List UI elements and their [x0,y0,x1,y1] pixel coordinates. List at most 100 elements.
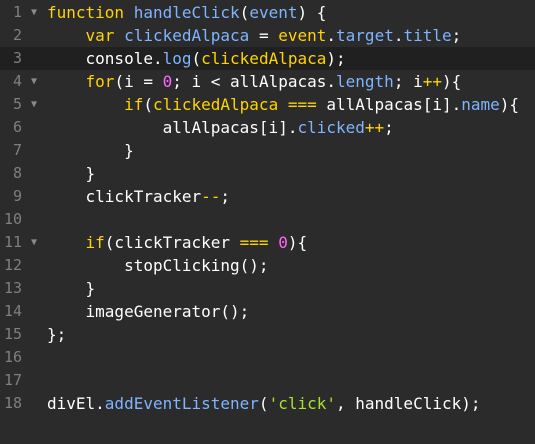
line-number: 6 [12,118,22,136]
code-editor[interactable]: 1 ▼ function handleClick(event) {2 var cli… [0,0,535,444]
code-token: ) { [297,3,327,22]
code-line[interactable]: 4 ▼ for(i = 0; i < allAlpacas.length; i++… [0,70,535,93]
code-token: ){ [287,233,308,252]
code-text: imageGenerator(); [47,300,250,323]
chevron-down-icon[interactable]: ▼ [28,70,40,93]
code-token: clicked [297,118,365,137]
code-token: ++ [364,118,385,137]
code-token: } [47,164,96,183]
code-token: ; i [393,72,423,91]
code-token: ; i < allAlpacas. [172,72,337,91]
code-token: = [249,26,279,45]
line-number: 4 [12,72,22,90]
code-line[interactable]: 13 } [0,277,535,300]
code-token: ++ [422,72,442,91]
chevron-down-icon[interactable]: ▼ [28,231,40,254]
code-token: ; [220,187,231,206]
code-token: . [326,26,337,45]
line-number: 12 [3,256,22,274]
code-line[interactable]: 3 console.log(clickedAlpaca); [0,47,535,70]
line-number: 13 [3,279,22,297]
code-token: ); [326,49,346,68]
code-token: -- [201,187,221,206]
line-number: 7 [12,141,22,159]
code-token: }; [47,325,67,344]
line-number: 11 [3,233,22,251]
code-token: length [336,72,394,91]
code-text: stopClicking(); [47,254,269,277]
line-number: 9 [12,187,22,205]
code-line[interactable]: 6 allAlpacas[i].clicked++; [0,116,535,139]
code-token: clickedAlpaca [124,26,250,45]
code-token: (clickTracker [104,233,240,252]
chevron-down-icon[interactable]: ▼ [28,93,40,116]
code-text: divEl.addEventListener('click', handleCl… [47,392,481,415]
line-number: 1 [12,3,22,21]
line-number: 8 [12,164,22,182]
code-line[interactable]: 14 imageGenerator(); [0,300,535,323]
code-token: allAlpacas[i]. [316,95,462,114]
code-line[interactable]: 2 var clickedAlpaca = event.target.title… [0,24,535,47]
code-text: if(clickedAlpaca === allAlpacas[i].name)… [47,93,519,116]
code-line[interactable]: 7 } [0,139,535,162]
code-token: addEventListener [104,394,259,413]
code-token: (i = [114,72,163,91]
code-token: ; [384,118,394,137]
code-token: clickedAlpaca [201,49,327,68]
code-line[interactable]: 1 ▼ function handleClick(event) { [0,1,535,24]
code-line[interactable]: 16 [0,346,535,369]
code-text: } [47,139,134,162]
code-token: === [239,233,269,252]
code-token: ( [239,3,250,22]
code-line[interactable]: 15}; [0,323,535,346]
code-text: allAlpacas[i].clicked++; [47,116,394,139]
code-token: if [124,95,144,114]
code-token: ){ [499,95,520,114]
code-token: divEl. [47,394,105,413]
code-line[interactable]: 8 } [0,162,535,185]
line-number: 18 [3,394,22,412]
code-token: === [287,95,317,114]
code-token: handleClick [133,3,240,22]
code-token: for [85,72,115,91]
code-token: , handleClick); [336,394,481,413]
code-line[interactable]: 10 [0,208,535,231]
chevron-down-icon[interactable]: ▼ [28,1,40,24]
code-line[interactable]: 12 stopClicking(); [0,254,535,277]
code-token: clickedAlpaca [152,95,279,114]
code-token: event [278,26,327,45]
code-text: clickTracker--; [47,185,231,208]
line-number: 5 [12,95,22,113]
code-token: name [461,95,500,114]
code-token: event [249,3,298,22]
code-token: ( [143,95,153,114]
code-token: if [85,233,105,252]
code-token: ( [191,49,202,68]
code-line[interactable]: 18 divEl.addEventListener('click', handle… [0,392,535,415]
code-line[interactable]: 11 ▼ if(clickTracker === 0){ [0,231,535,254]
code-token: console. [47,49,163,68]
code-text: function handleClick(event) { [47,1,326,24]
code-text: for(i = 0; i < allAlpacas.length; i++){ [47,70,462,93]
code-line[interactable]: 17 [0,369,535,392]
line-number: 17 [3,371,22,389]
code-text: if(clickTracker === 0){ [47,231,308,254]
code-token: 0 [278,233,288,252]
code-text: }; [47,323,66,346]
code-token: function [47,3,125,22]
line-number: 2 [12,26,22,44]
code-token: } [47,279,96,298]
code-token: 'click' [268,394,336,413]
code-token: ){ [441,72,462,91]
code-token: stopClicking(); [47,256,269,275]
code-token: title [403,26,452,45]
code-line[interactable]: 5 ▼ if(clickedAlpaca === allAlpacas[i].na… [0,93,535,116]
code-line[interactable]: 9 clickTracker--; [0,185,535,208]
code-text: } [47,162,96,185]
